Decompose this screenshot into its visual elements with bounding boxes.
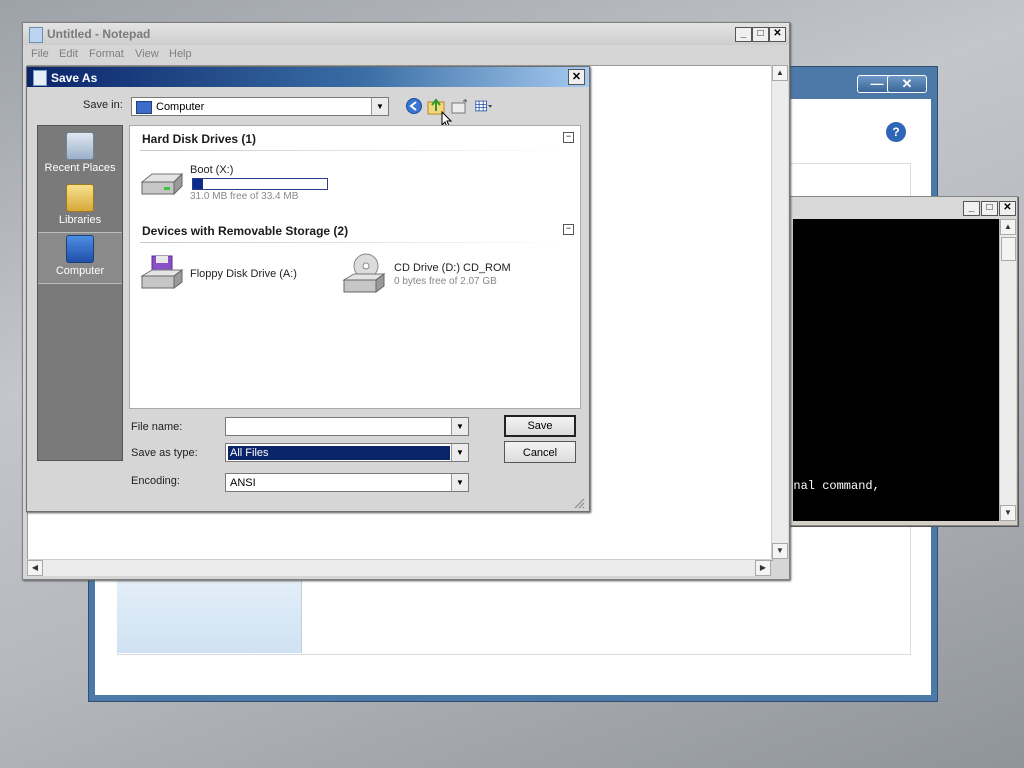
notepad-close-button[interactable]: ✕ [769,27,786,42]
place-label: Computer [55,265,105,277]
group-header-removable[interactable]: Devices with Removable Storage (2) [142,224,348,238]
collapse-icon[interactable]: − [563,224,574,235]
save-as-dialog: Save As ✕ Save in: Computer ▼ Recent Pla… [26,66,590,512]
console-minimize-button[interactable]: _ [963,201,980,216]
places-bar: Recent Places Libraries Computer [37,125,123,461]
computer-icon [66,235,94,263]
save-as-type-label: Save as type: [131,447,198,459]
scroll-down-icon[interactable]: ▼ [772,543,788,559]
console-maximize-button[interactable]: □ [981,201,998,216]
resize-grip-icon[interactable] [573,497,585,509]
file-name-input[interactable]: ▼ [225,417,469,436]
scroll-thumb[interactable] [1001,237,1016,261]
save-button[interactable]: Save [504,415,576,437]
chevron-down-icon[interactable]: ▼ [371,98,388,115]
menu-view[interactable]: View [135,48,159,60]
menu-file[interactable]: File [31,48,49,60]
console-window: _ □ ✕ ernal command, ▲ ▼ [788,196,1018,526]
notepad-horizontal-scrollbar[interactable]: ◀ ▶ [27,559,771,576]
drive-name[interactable]: Floppy Disk Drive (A:) [190,268,297,280]
save-as-titlebar: Save As ✕ [27,67,589,87]
save-in-value: Computer [156,101,205,113]
libraries-icon [66,184,94,212]
floppy-drive-icon[interactable] [138,254,184,294]
menu-help[interactable]: Help [169,48,192,60]
notepad-icon [29,27,43,43]
encoding-label: Encoding: [131,475,180,487]
computer-icon [136,101,152,114]
scroll-up-icon[interactable]: ▲ [1000,219,1016,235]
new-folder-icon[interactable] [451,97,469,115]
capacity-bar [192,178,328,190]
help-icon[interactable]: ? [885,121,907,143]
capacity-fill [193,179,203,189]
group-header-hard-disk[interactable]: Hard Disk Drives (1) [142,132,256,146]
divider [140,242,570,243]
save-in-label: Save in: [83,99,123,111]
notepad-menubar: File Edit Format View Help [23,45,789,63]
save-as-icon [33,70,47,86]
console-scrollbar[interactable]: ▲ ▼ [999,219,1016,521]
chevron-down-icon[interactable]: ▼ [451,418,468,435]
scroll-down-icon[interactable]: ▼ [1000,505,1016,521]
chevron-down-icon[interactable]: ▼ [451,444,468,461]
scroll-up-icon[interactable]: ▲ [772,65,788,81]
console-close-button[interactable]: ✕ [999,201,1016,216]
cancel-button[interactable]: Cancel [504,441,576,463]
encoding-dropdown[interactable]: ANSI ▼ [225,473,469,492]
drive-free-space: 31.0 MB free of 33.4 MB [190,191,299,202]
save-as-title: Save As [51,71,98,85]
console-screen[interactable]: ernal command, [793,219,999,521]
place-label: Libraries [58,214,102,226]
setup-close-button[interactable]: ✕ [887,75,927,93]
hard-drive-icon[interactable] [138,170,184,200]
file-list[interactable]: Hard Disk Drives (1) − Boot (X:) 31.0 MB… [129,125,581,409]
file-name-label: File name: [131,421,183,433]
place-libraries[interactable]: Libraries [38,182,122,232]
chevron-down-icon[interactable]: ▼ [451,474,468,491]
notepad-titlebar: Untitled - Notepad _ □ ✕ [23,23,789,45]
notepad-minimize-button[interactable]: _ [735,27,752,42]
back-icon[interactable] [405,97,423,115]
drive-name[interactable]: Boot (X:) [190,164,233,176]
console-output: ernal command, [793,479,880,493]
scroll-left-icon[interactable]: ◀ [27,560,43,576]
save-as-type-dropdown[interactable]: All Files ▼ [225,443,469,462]
save-as-close-button[interactable]: ✕ [568,69,585,85]
place-computer[interactable]: Computer [38,232,122,284]
view-menu-icon[interactable] [475,97,493,115]
notepad-vertical-scrollbar[interactable]: ▲ ▼ [771,65,788,559]
encoding-value: ANSI [230,477,256,489]
help-dropdown-icon[interactable]: ▼ [909,125,918,135]
divider [140,150,570,151]
menu-edit[interactable]: Edit [59,48,78,60]
scroll-right-icon[interactable]: ▶ [755,560,771,576]
save-as-type-value: All Files [228,446,450,460]
cd-drive-icon[interactable] [340,252,386,296]
notepad-maximize-button[interactable]: □ [752,27,769,42]
menu-format[interactable]: Format [89,48,124,60]
drive-free-space: 0 bytes free of 2.07 GB [394,276,497,287]
drive-name[interactable]: CD Drive (D:) CD_ROM [394,262,511,274]
place-label: Recent Places [44,162,116,174]
collapse-icon[interactable]: − [563,132,574,143]
place-recent-places[interactable]: Recent Places [38,130,122,180]
recent-places-icon [66,132,94,160]
save-in-dropdown[interactable]: Computer ▼ [131,97,389,116]
notepad-title: Untitled - Notepad [47,27,151,41]
